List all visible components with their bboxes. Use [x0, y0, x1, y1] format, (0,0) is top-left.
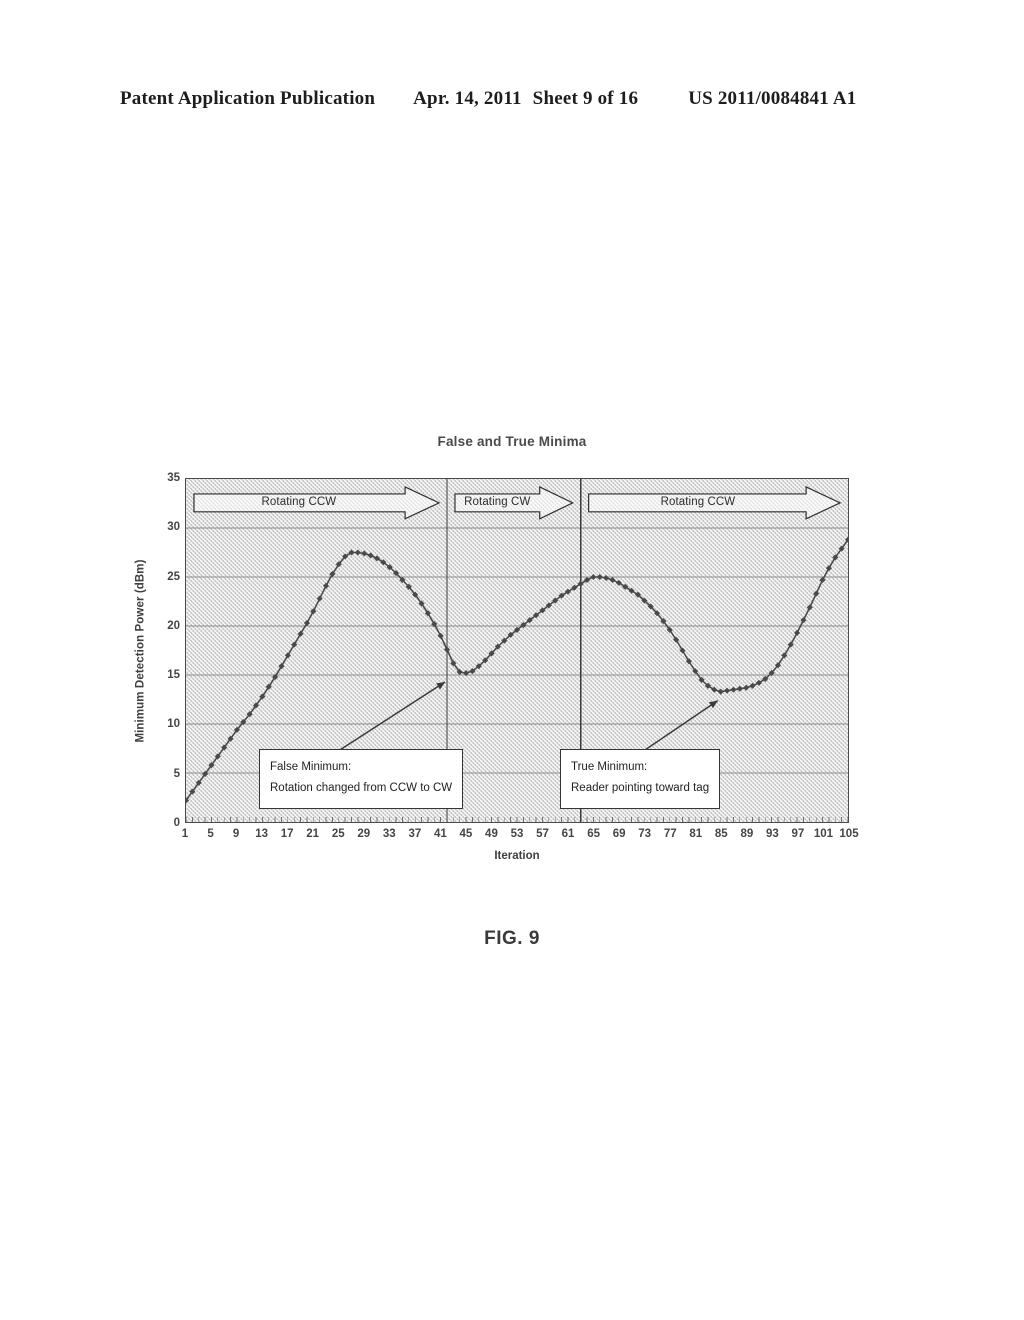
x-axis-tick-label: 53 — [510, 828, 524, 840]
x-axis-tick-label: 93 — [765, 828, 779, 840]
x-axis-tick-label: 5 — [207, 828, 214, 840]
x-axis-title: Iteration — [494, 850, 540, 862]
x-axis-tick-label: 81 — [689, 828, 703, 840]
y-axis-title: Minimum Detection Power (dBm) — [133, 478, 149, 823]
x-axis-tick-label: 25 — [331, 828, 345, 840]
patent-number: US 2011/0084841 A1 — [688, 88, 857, 109]
annotation-line: True Minimum: — [571, 761, 648, 773]
x-axis-tick-label: 65 — [587, 828, 601, 840]
x-axis-tick-label: 105 — [839, 828, 859, 840]
region-banner-label: Rotating CCW — [660, 496, 736, 508]
patent-page-header: Patent Application Publication Apr. 14, … — [120, 88, 904, 110]
y-axis-tick-label: 30 — [167, 521, 180, 534]
x-axis-tick-label: 61 — [561, 828, 575, 840]
x-axis-tick-label: 29 — [357, 828, 371, 840]
x-axis-tick-label: 13 — [255, 828, 269, 840]
x-axis-tick-label: 73 — [638, 828, 652, 840]
x-axis-tick-label: 49 — [485, 828, 498, 840]
x-axis-tick-label: 69 — [612, 828, 626, 840]
y-axis-tick-label: 25 — [167, 570, 180, 583]
y-axis-tick-label: 10 — [167, 718, 180, 731]
y-axis-title-text: Minimum Detection Power (dBm) — [135, 558, 148, 743]
x-axis-tick-label: 9 — [232, 828, 240, 840]
x-axis-tick-label: 85 — [714, 828, 728, 840]
chart-title: False and True Minima — [437, 434, 587, 449]
x-axis-tick-label: 21 — [306, 828, 320, 840]
y-axis-tick-label: 0 — [173, 817, 180, 829]
y-axis-tick-label: 20 — [167, 619, 180, 632]
x-axis-tick-label: 37 — [408, 828, 422, 840]
figure-9: False and True Minima Minimum Detection … — [0, 420, 1024, 980]
x-axis-tick-label: 57 — [536, 828, 549, 840]
annotation-line: Reader pointing toward tag — [571, 782, 710, 795]
x-axis-tick-label: 33 — [382, 828, 396, 840]
x-axis-tick-label: 41 — [433, 828, 447, 840]
annotation-line: False Minimum: — [270, 761, 352, 773]
x-axis-tick-labels: 1 5 9 13 17 21 25 29 33 37 41 45 49 53 57 61 65 69 73 77 81 8… — [181, 828, 859, 846]
publication-label: Patent Application Publication — [120, 88, 376, 109]
x-axis-tick-label: 1 — [181, 828, 189, 840]
x-axis-tick-label: 97 — [791, 828, 805, 840]
y-axis-tick-label: 35 — [167, 472, 180, 484]
y-axis-tick-label: 15 — [167, 669, 180, 682]
x-axis-tick-label: 45 — [459, 828, 473, 840]
region-banner-label: Rotating CW — [464, 496, 531, 508]
annotation-true-minimum: True Minimum: Reader pointing toward tag — [560, 749, 721, 809]
y-axis-tick-labels: 0 5 10 15 20 25 30 35 — [150, 472, 180, 829]
sheet-number: Sheet 9 of 16 — [532, 88, 639, 109]
y-axis-tick-label: 5 — [173, 767, 180, 780]
figure-caption: FIG. 9 — [484, 928, 540, 949]
x-axis-tick-label: 17 — [280, 828, 294, 840]
x-axis-tick-label: 101 — [813, 828, 834, 840]
x-axis-tick-label: 77 — [663, 828, 677, 840]
region-banner-label: Rotating CCW — [261, 496, 337, 508]
annotation-line: Rotation changed from CCW to CW — [270, 782, 453, 795]
x-axis-tick-label: 89 — [740, 828, 754, 840]
annotation-false-minimum: False Minimum: Rotation changed from CCW… — [259, 749, 464, 809]
publication-date: Apr. 14, 2011 — [413, 88, 522, 109]
